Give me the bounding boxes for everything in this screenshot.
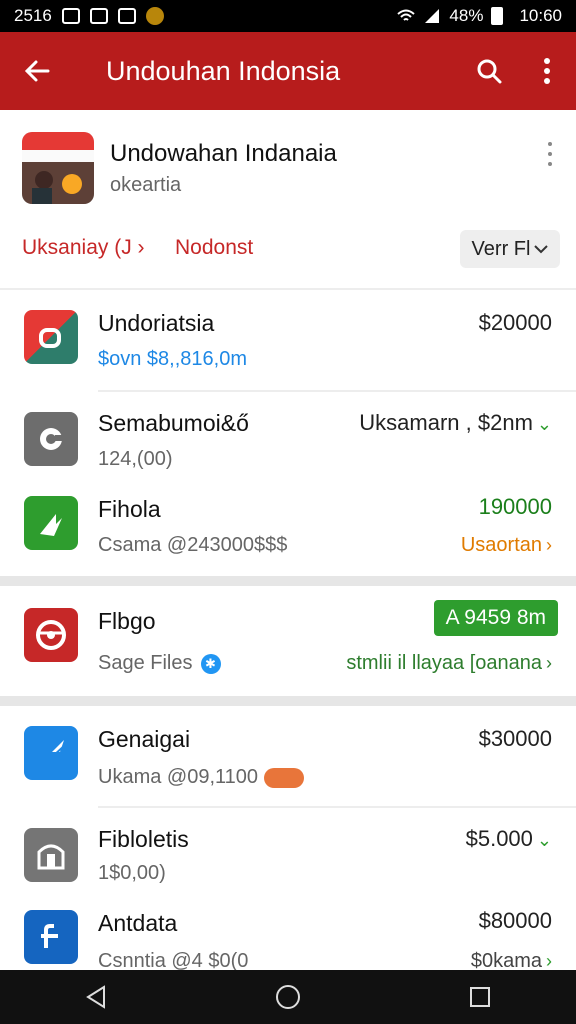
item-name: Genaigai <box>98 726 191 752</box>
item-subtitle: Csnntia @4 $0(0 <box>98 950 249 970</box>
collection-title: Undowahan Indanaia <box>110 140 337 167</box>
system-nav-bar <box>0 970 576 1024</box>
collection-more-button[interactable] <box>536 140 564 168</box>
item-name: Undoriatsia <box>98 310 215 336</box>
list-item[interactable]: Undoriatsia $ovn $8,,816,0m $20000 <box>0 290 576 390</box>
item-subtitle: Sage Files ✱ <box>98 652 221 675</box>
item-price-text: $5.000 <box>465 826 533 851</box>
item-name: Flbgo <box>98 608 156 634</box>
mail-icon <box>89 8 108 24</box>
notification-icon <box>61 8 80 24</box>
battery-percent: 48% <box>449 6 484 25</box>
gear-icon <box>24 412 78 466</box>
chevron-down-icon <box>534 245 549 254</box>
arrow-up-icon <box>24 496 78 550</box>
app-notification-icon <box>117 8 136 24</box>
item-price: $20000 <box>478 310 552 335</box>
chevron-right-icon: › <box>546 653 552 673</box>
status-clock: 10:60 <box>519 6 562 25</box>
item-name: Semabumoi&ő <box>98 410 249 436</box>
signal-icon <box>425 9 440 23</box>
nav-back-icon <box>86 985 105 1009</box>
item-price: $5.000 ⌄ <box>466 826 552 852</box>
item-subtitle: Csama @243000$$$ <box>98 534 288 556</box>
back-button[interactable] <box>0 32 74 110</box>
search-button[interactable] <box>460 32 518 110</box>
item-price: $80000 <box>478 908 552 933</box>
chevron-down-icon[interactable]: ⌄ <box>537 830 552 851</box>
view-dropdown[interactable]: Verr Fl <box>460 230 560 268</box>
more-vert-icon <box>544 58 550 84</box>
filter-tab-2[interactable]: Nodonst <box>175 236 253 260</box>
item-action-link[interactable]: Usaortan › <box>461 534 552 557</box>
list-item[interactable]: Semabumoi&ő 124,(00) Uksamarn , $2nm ⌄ <box>0 392 576 482</box>
facebook-icon <box>24 910 78 964</box>
battery-icon <box>491 7 504 25</box>
list-item[interactable]: Genaigai Ukama @09,1100 $30000 <box>0 706 576 806</box>
collection-subtitle: okeartia <box>110 174 182 196</box>
app-square-icon <box>24 310 78 364</box>
more-dot-icon <box>548 152 552 156</box>
item-price: $30000 <box>478 726 552 751</box>
item-action-text: stmlii il llayaa [oanana <box>346 652 542 674</box>
app-bar: Undouhan Indonsia <box>0 32 576 110</box>
nav-recents-icon <box>470 987 490 1007</box>
item-subtitle-text: Sage Files <box>98 652 193 674</box>
wing-icon <box>24 726 78 780</box>
item-subtitle-text: Ukama @09,1100 <box>98 766 259 788</box>
nav-recents-button[interactable] <box>440 970 520 1024</box>
status-time-left: 2516 <box>14 6 52 25</box>
item-price: Uksamarn , $2nm ⌄ <box>359 410 552 436</box>
item-price-text: Uksamarn , $2nm <box>359 410 533 435</box>
item-action-link[interactable]: $0kama › <box>471 950 552 970</box>
collection-header: Undowahan Indanaia okeartia Uksaniay (J … <box>0 110 576 290</box>
item-subtitle: 1$0,00) <box>98 862 166 884</box>
search-icon <box>477 59 502 84</box>
featured-list-item[interactable]: Flbgo Sage Files ✱ A 9459 8m stmlii il ll… <box>0 586 576 696</box>
status-bar: 2516 48% 10:60 <box>0 0 576 32</box>
section-divider <box>0 576 576 586</box>
nav-home-icon <box>276 985 300 1009</box>
item-name: Fihola <box>98 496 161 522</box>
back-arrow-icon <box>24 60 50 82</box>
steering-wheel-icon <box>24 608 78 662</box>
more-dot-icon <box>548 162 552 166</box>
collection-thumbnail <box>22 132 94 204</box>
pill-badge-icon <box>264 767 305 788</box>
item-action-link[interactable]: stmlii il llayaa [oanana › <box>346 652 552 675</box>
list-item[interactable]: Antdata Csnntia @4 $0(0 $80000 $0kama › <box>0 900 576 970</box>
item-subtitle: Ukama @09,1100 <box>98 766 305 789</box>
overflow-menu-button[interactable] <box>518 32 576 110</box>
nav-home-button[interactable] <box>248 970 328 1024</box>
item-price: 190000 <box>478 494 552 519</box>
building-icon <box>24 828 78 882</box>
list-item[interactable]: Fihola Csama @243000$$$ 190000 Usaortan › <box>0 482 576 576</box>
info-badge-icon: ✱ <box>200 653 221 674</box>
filter-tab-1[interactable]: Uksaniay (J › <box>22 236 145 260</box>
nav-back-button[interactable] <box>56 970 136 1024</box>
coin-icon <box>145 7 164 25</box>
more-dot-icon <box>548 142 552 146</box>
wifi-icon <box>397 9 416 21</box>
item-subtitle: 124,(00) <box>98 448 173 470</box>
page-title: Undouhan Indonsia <box>106 55 341 86</box>
chevron-down-icon[interactable]: ⌄ <box>537 414 552 435</box>
list-item[interactable]: Fibloletis 1$0,00) $5.000 ⌄ <box>0 808 576 900</box>
item-name: Antdata <box>98 910 178 936</box>
chevron-right-icon: › <box>546 951 552 970</box>
item-name: Fibloletis <box>98 826 189 852</box>
section-divider <box>0 696 576 706</box>
item-action-text: Usaortan <box>460 534 542 556</box>
chevron-right-icon: › <box>546 535 552 555</box>
view-dropdown-label: Verr Fl <box>471 237 531 260</box>
price-badge[interactable]: A 9459 8m <box>433 600 558 636</box>
item-action-text: $0kama <box>470 950 542 970</box>
item-subtitle: $ovn $8,,816,0m <box>98 348 247 370</box>
